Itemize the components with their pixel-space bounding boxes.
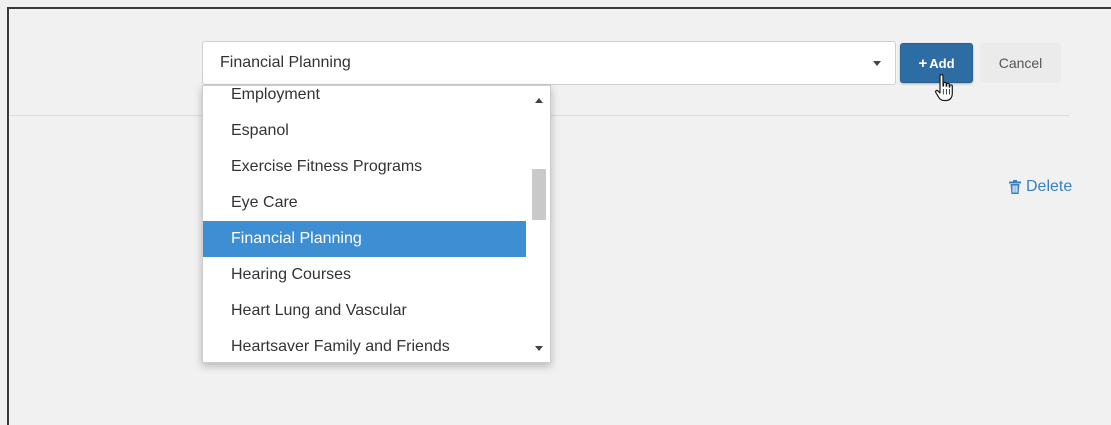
dropdown-option[interactable]: Exercise Fitness Programs bbox=[203, 149, 526, 185]
delete-link[interactable]: Delete bbox=[1009, 178, 1072, 196]
dropdown-option[interactable]: Heartsaver Family and Friends bbox=[203, 329, 526, 362]
scroll-up-arrow-icon[interactable] bbox=[535, 98, 543, 103]
dropdown-option[interactable]: Heart Lung and Vascular bbox=[203, 293, 526, 329]
category-select[interactable]: Financial Planning bbox=[202, 41, 896, 85]
dropdown-option-selected[interactable]: Financial Planning bbox=[203, 221, 526, 257]
plus-icon: + bbox=[918, 54, 928, 72]
dropdown-list[interactable]: Employment Espanol Exercise Fitness Prog… bbox=[202, 85, 551, 363]
trash-icon bbox=[1009, 180, 1021, 194]
scrollbar-thumb[interactable] bbox=[532, 169, 546, 220]
select-value: Financial Planning bbox=[220, 54, 351, 71]
dropdown-option[interactable]: Employment bbox=[203, 86, 526, 113]
cancel-button[interactable]: Cancel bbox=[980, 43, 1061, 83]
chevron-down-icon[interactable] bbox=[873, 61, 881, 66]
scroll-down-arrow-icon[interactable] bbox=[535, 346, 543, 351]
option-list: Employment Espanol Exercise Fitness Prog… bbox=[203, 86, 526, 362]
dropdown-scrollbar[interactable] bbox=[528, 86, 550, 362]
cancel-label: Cancel bbox=[998, 55, 1043, 71]
dropdown-option[interactable]: Espanol bbox=[203, 113, 526, 149]
delete-label: Delete bbox=[1026, 178, 1073, 195]
add-label: Add bbox=[929, 55, 955, 71]
dropdown-option[interactable]: Eye Care bbox=[203, 185, 526, 221]
dropdown-option[interactable]: Hearing Courses bbox=[203, 257, 526, 293]
hand-cursor-icon bbox=[935, 74, 953, 102]
